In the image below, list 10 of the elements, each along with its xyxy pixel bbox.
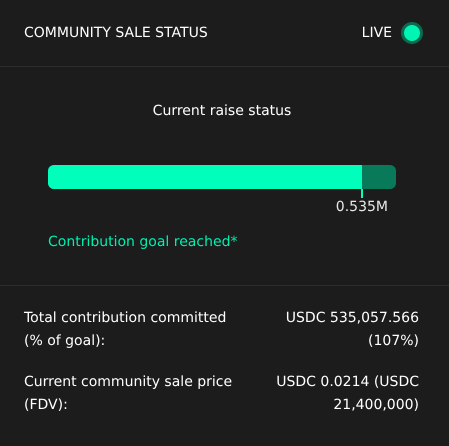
status-label: LIVE [362,25,392,41]
goal-reached-note: Contribution goal reached* [48,234,238,250]
detail-label: Current community sale price (FDV): [24,373,234,415]
progress-marker [360,189,363,198]
detail-value: USDC 0.0214 (USDC 21,400,000) [275,373,419,415]
raise-status-title: Current raise status [152,103,292,119]
section-title: COMMUNITY SALE STATUS [24,25,208,41]
progress-reading: 0.535M [336,199,388,215]
detail-value: USDC 535,057.566 (107%) [284,309,419,351]
detail-label: Total contribution committed (% of goal): [24,309,228,351]
